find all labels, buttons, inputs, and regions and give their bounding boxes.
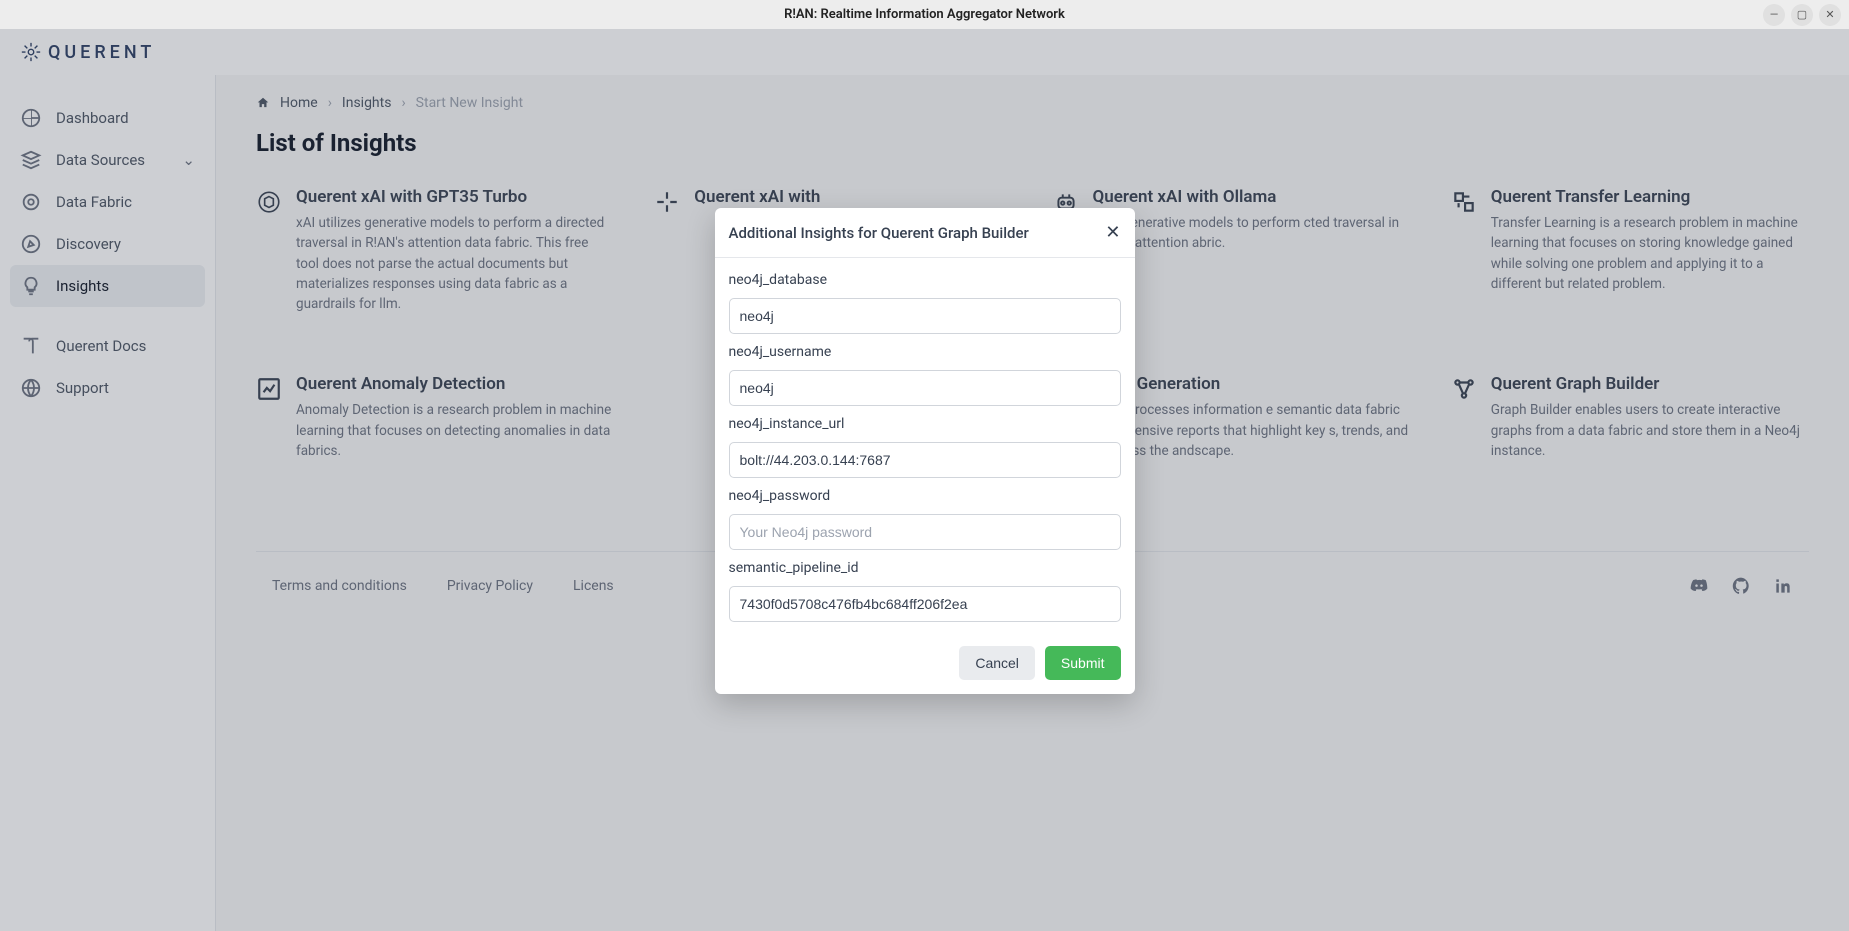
neo4j-password-input[interactable] [729, 514, 1121, 550]
window-title: R!AN: Realtime Information Aggregator Ne… [784, 7, 1065, 22]
cancel-button[interactable]: Cancel [959, 646, 1035, 680]
modal-close-button[interactable]: ✕ [1105, 222, 1120, 243]
modal-title: Additional Insights for Querent Graph Bu… [729, 224, 1029, 242]
window-close-button[interactable]: ✕ [1819, 4, 1841, 26]
neo4j-username-input[interactable] [729, 370, 1121, 406]
submit-button[interactable]: Submit [1045, 646, 1121, 680]
window-minimize-button[interactable]: — [1763, 4, 1785, 26]
field-label-database: neo4j_database [729, 272, 1121, 288]
field-label-instance-url: neo4j_instance_url [729, 416, 1121, 432]
window-titlebar: R!AN: Realtime Information Aggregator Ne… [0, 0, 1849, 29]
modal-dialog: Additional Insights for Querent Graph Bu… [715, 208, 1135, 694]
field-label-pipeline: semantic_pipeline_id [729, 560, 1121, 576]
field-label-username: neo4j_username [729, 344, 1121, 360]
field-label-password: neo4j_password [729, 488, 1121, 504]
window-maximize-button[interactable]: ▢ [1791, 4, 1813, 26]
semantic-pipeline-id-input[interactable] [729, 586, 1121, 622]
neo4j-instance-url-input[interactable] [729, 442, 1121, 478]
neo4j-database-input[interactable] [729, 298, 1121, 334]
